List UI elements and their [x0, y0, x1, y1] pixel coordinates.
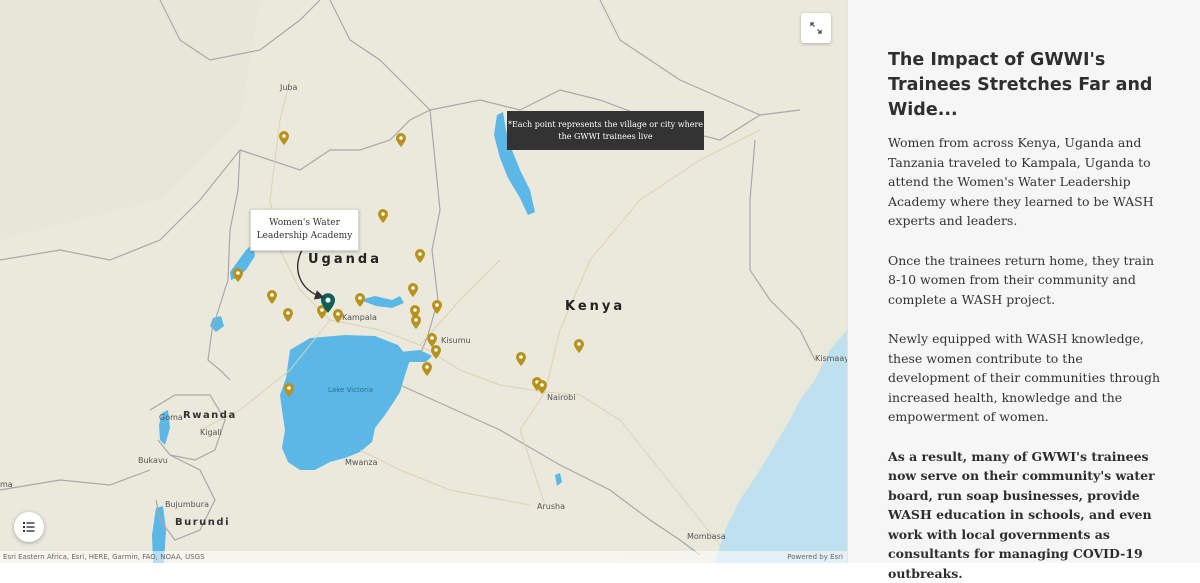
list-icon [23, 522, 35, 532]
map-note-text: *Each point represents the village or ci… [507, 119, 704, 143]
map-attribution: Esri Eastern Africa, Esri, HERE, Garmin,… [0, 551, 847, 563]
legend-button[interactable] [14, 512, 44, 542]
academy-callout-text: Women's Water Leadership Academy [251, 217, 358, 243]
attribution-powered-by[interactable]: Powered by Esri [787, 551, 843, 563]
panel-paragraph-2: Once the trainees return home, they trai… [888, 251, 1164, 310]
map-view[interactable]: Juba Kampala Kisumu Nairobi Mwanza Kigal… [0, 0, 847, 563]
academy-callout: Women's Water Leadership Academy [250, 209, 359, 251]
story-map-page: Juba Kampala Kisumu Nairobi Mwanza Kigal… [0, 0, 1200, 563]
map-note: *Each point represents the village or ci… [507, 111, 704, 150]
expand-icon [810, 22, 822, 34]
story-side-panel: The Impact of GWWI's Trainees Stretches … [847, 0, 1200, 563]
attribution-sources[interactable]: Esri Eastern Africa, Esri, HERE, Garmin,… [3, 551, 205, 563]
panel-paragraph-1: Women from across Kenya, Uganda and Tanz… [888, 133, 1164, 231]
fullscreen-button[interactable] [801, 13, 831, 43]
panel-title: The Impact of GWWI's Trainees Stretches … [888, 48, 1164, 123]
callout-arrow [0, 0, 847, 563]
panel-paragraph-3: Newly equipped with WASH knowledge, thes… [888, 329, 1164, 427]
